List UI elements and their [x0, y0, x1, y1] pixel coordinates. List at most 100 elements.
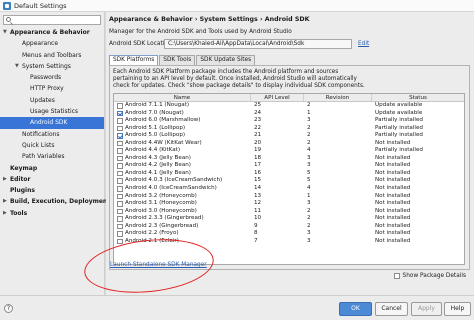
- sidebar-item[interactable]: Quick Lists: [0, 140, 104, 151]
- table-header: Name API Level Revision Status: [114, 94, 464, 102]
- platform-checkbox[interactable]: [117, 216, 123, 222]
- collapse-arrow-icon[interactable]: ▶: [3, 196, 7, 207]
- table-row[interactable]: Android 4.2 (Jelly Bean) 17 3 Not installed: [114, 162, 464, 170]
- platform-checkbox[interactable]: [117, 148, 123, 154]
- panel-description: Each Android SDK Platform package includ…: [113, 69, 365, 90]
- edit-location-link[interactable]: Edit: [358, 41, 369, 47]
- platform-checkbox[interactable]: [117, 178, 123, 184]
- sidebar-item[interactable]: Updates: [0, 95, 104, 106]
- sidebar-item[interactable]: ▶ Build, Execution, Deployment: [0, 196, 110, 207]
- table-row[interactable]: Android 3.2 (Honeycomb) 13 1 Not installed: [114, 193, 464, 201]
- table-row[interactable]: Android 4.4W (KitKat Wear) 20 2 Not install…: [114, 140, 464, 148]
- table-row[interactable]: Android 4.3 (Jelly Bean) 18 3 Not installed: [114, 155, 464, 163]
- sidebar-item[interactable]: ▶ Tools: [0, 208, 104, 219]
- platform-checkbox[interactable]: [117, 170, 123, 177]
- platform-checkbox[interactable]: [117, 155, 123, 162]
- help-icon[interactable]: ?: [4, 304, 13, 313]
- table-row[interactable]: Android 4.1 (Jelly Bean) 16 5 Not installed: [114, 170, 464, 178]
- apply-button[interactable]: Apply: [411, 302, 442, 316]
- cell-api: 20: [254, 139, 262, 146]
- platform-checkbox[interactable]: [117, 103, 123, 109]
- settings-search[interactable]: [3, 15, 102, 25]
- sidebar-item[interactable]: ▼ Appearance & Behavior: [0, 27, 104, 38]
- sidebar-item-label: Keymap: [10, 164, 38, 172]
- search-icon: [6, 17, 11, 22]
- search-input[interactable]: [14, 16, 102, 24]
- platform-checkbox[interactable]: [117, 110, 123, 117]
- sidebar-item[interactable]: Appearance: [0, 38, 104, 49]
- cell-api: 11: [254, 207, 262, 214]
- table-row[interactable]: Android 6.0 (Marshmallow) 23 3 Partially in…: [114, 117, 464, 125]
- table-row[interactable]: Android 4.0.3 (IceCreamSandwich) 15 5 Not i…: [114, 177, 464, 185]
- sidebar-item[interactable]: HTTP Proxy: [0, 83, 104, 94]
- sidebar-item-label: Usage Statistics: [30, 108, 79, 116]
- cell-name: Android 2.3 (Gingerbread): [114, 223, 251, 231]
- sidebar-item-label: Notifications: [22, 130, 60, 138]
- cell-status: Not installed: [375, 207, 411, 214]
- platform-checkbox[interactable]: [117, 186, 123, 192]
- table-row[interactable]: Android 5.0 (Lollipop) 21 2 Partially insta…: [114, 132, 464, 140]
- table-row[interactable]: Android 5.1 (Lollipop) 22 2 Partially insta…: [114, 125, 464, 133]
- show-details-checkbox[interactable]: [393, 273, 400, 279]
- platform-checkbox[interactable]: [117, 201, 123, 207]
- cell-status: Not installed: [375, 192, 411, 199]
- sidebar-item[interactable]: ▶ Editor: [0, 174, 104, 185]
- table-row[interactable]: Android 3.1 (Honeycomb) 12 3 Not installed: [114, 200, 464, 208]
- table-row[interactable]: Android 4.0 (IceCreamSandwich) 14 4 Not ins…: [114, 185, 464, 193]
- header-revision[interactable]: Revision: [304, 94, 372, 101]
- expand-arrow-icon[interactable]: ▼: [3, 27, 7, 38]
- cell-status: Not installed: [375, 139, 411, 146]
- cell-status: Not installed: [375, 154, 411, 161]
- platform-checkbox[interactable]: [117, 133, 123, 139]
- cell-rev: 3: [307, 200, 311, 207]
- cell-rev: 1: [307, 192, 311, 199]
- table-row[interactable]: Android 7.1.1 (Nougat) 25 2 Update availabl…: [114, 102, 464, 110]
- sidebar-item[interactable]: ▼ System Settings: [0, 61, 104, 72]
- sdk-location-field[interactable]: C:\Users\Khaled-Ali\AppData\Local\Androi…: [164, 39, 352, 49]
- table-row[interactable]: Android 4.4 (KitKat) 19 4 Partially install…: [114, 147, 464, 155]
- cell-name: Android 4.1 (Jelly Bean): [114, 170, 251, 178]
- sidebar-item[interactable]: Keymap: [0, 163, 104, 174]
- platform-checkbox[interactable]: [117, 163, 123, 169]
- cell-rev: 2: [307, 124, 311, 131]
- expand-arrow-icon[interactable]: ▼: [15, 61, 19, 72]
- ok-button[interactable]: OK: [339, 302, 372, 316]
- header-api-level[interactable]: API Level: [251, 94, 304, 101]
- tab-sdk-update-sites[interactable]: SDK Update Sites: [196, 55, 256, 65]
- sidebar-item[interactable]: Passwords: [0, 72, 104, 83]
- table-row[interactable]: Android 7.0 (Nougat) 24 1 Update available: [114, 110, 464, 118]
- platform-checkbox[interactable]: [117, 125, 123, 132]
- cell-status: Update available: [375, 109, 423, 116]
- sidebar-item[interactable]: Plugins: [0, 185, 104, 196]
- header-name[interactable]: Name: [114, 94, 251, 101]
- platform-checkbox[interactable]: [117, 140, 123, 147]
- cell-api: 10: [254, 215, 262, 222]
- collapse-arrow-icon[interactable]: ▶: [3, 174, 7, 185]
- cell-status: Not installed: [375, 185, 411, 192]
- tab-sdk-platforms[interactable]: SDK Platforms: [109, 55, 159, 65]
- table-row[interactable]: Android 2.2 (Froyo) 8 3 Not installed: [114, 230, 464, 238]
- table-row[interactable]: Android 2.3 (Gingerbread) 9 2 Not installed: [114, 223, 464, 231]
- show-package-details[interactable]: Show Package Details: [393, 273, 466, 279]
- cell-status: Partially installed: [375, 147, 423, 154]
- sidebar-item[interactable]: Usage Statistics: [0, 106, 104, 117]
- cell-api: 7: [254, 237, 258, 244]
- table-row[interactable]: Android 3.0 (Honeycomb) 11 2 Not installed: [114, 208, 464, 216]
- sidebar-item[interactable]: Notifications: [0, 129, 104, 140]
- header-status[interactable]: Status: [372, 94, 464, 101]
- table-row[interactable]: Android 2.3.3 (Gingerbread) 10 2 Not instal…: [114, 215, 464, 223]
- platform-checkbox[interactable]: [117, 193, 123, 200]
- sidebar-item[interactable]: Android SDK: [0, 117, 104, 129]
- help-button[interactable]: Help: [444, 302, 471, 316]
- sidebar-item[interactable]: Path Variables: [0, 151, 104, 162]
- platform-name: Android 4.3 (Jelly Bean): [125, 154, 191, 161]
- collapse-arrow-icon[interactable]: ▶: [3, 208, 7, 219]
- cancel-button[interactable]: Cancel: [375, 302, 408, 316]
- platform-checkbox[interactable]: [117, 223, 123, 230]
- platform-checkbox[interactable]: [117, 231, 123, 237]
- sidebar-item[interactable]: Menus and Toolbars: [0, 50, 104, 61]
- tab-sdk-tools[interactable]: SDK Tools: [159, 55, 196, 65]
- platform-checkbox[interactable]: [117, 208, 123, 215]
- cell-name: Android 3.1 (Honeycomb): [114, 200, 251, 208]
- platform-checkbox[interactable]: [117, 118, 123, 124]
